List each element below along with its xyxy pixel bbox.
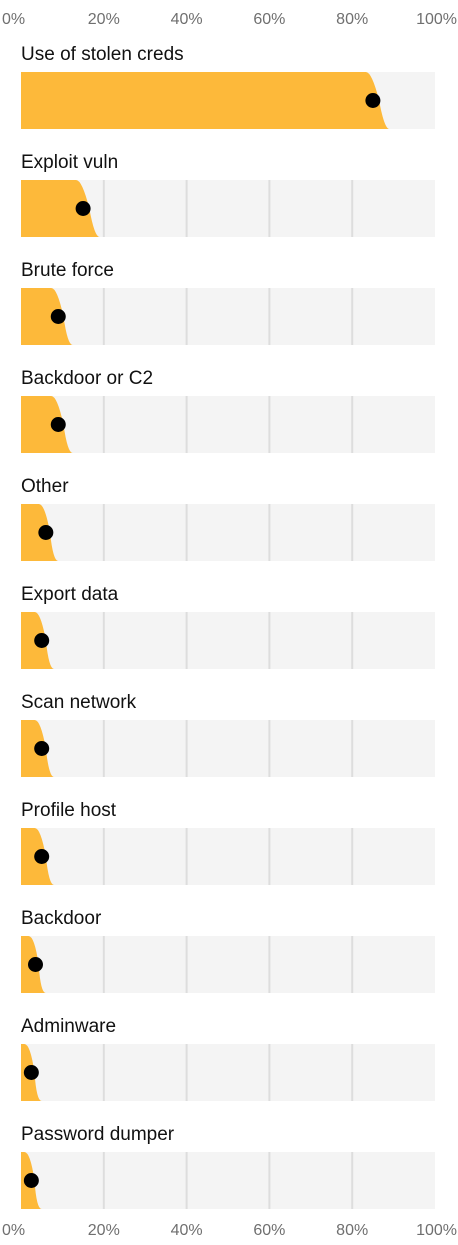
chart-row: Brute force [21,260,435,345]
chart-row: Password dumper [21,1124,435,1209]
category-label: Brute force [21,260,114,281]
bottom-axis: 0% 20% 40% 60% 80% 100% [2,1222,457,1239]
value-dot [23,1065,39,1080]
category-label: Profile host [21,800,117,821]
bar-track [21,828,435,885]
bottom-axis-tick-label: 80% [336,1222,368,1239]
top-axis-tick-label: 20% [88,11,120,28]
chart-svg: 0% 20% 40% 60% 80% 100% Use of stolen creds Ex… [2,11,457,1239]
top-axis-tick-label: 80% [336,11,368,28]
top-axis-tick-label: 100% [416,11,457,28]
value-dot [75,201,91,216]
chart-row: Use of stolen creds [21,44,435,129]
category-label: Password dumper [21,1124,175,1145]
category-label: Exploit vuln [21,152,118,173]
chart-row: Exploit vuln [21,152,435,237]
chart-rows: Use of stolen creds Exploit vuln Brute for… [21,44,435,1209]
bottom-axis-tick-label: 0% [2,1222,25,1239]
category-label: Adminware [21,1016,116,1037]
bar-track [21,288,435,345]
top-axis-tick-label: 60% [253,11,285,28]
top-axis-tick-label: 40% [171,11,203,28]
bottom-axis-tick-label: 60% [253,1222,285,1239]
bar-track [21,504,435,561]
value-dot [27,957,43,972]
category-label: Export data [21,584,119,605]
chart-row: Export data [21,584,435,669]
value-dot [365,93,381,108]
chart-row: Backdoor [21,908,435,993]
value-dot [38,525,54,540]
value-dot [50,309,66,324]
top-axis-tick-label: 0% [2,11,25,28]
category-label: Scan network [21,692,137,713]
chart-row: Adminware [21,1016,435,1101]
category-label: Backdoor or C2 [21,368,153,389]
bar-track [21,396,435,453]
bar-track [21,720,435,777]
value-dot [34,741,50,756]
category-label: Backdoor [21,908,102,929]
chart: 0% 20% 40% 60% 80% 100% Use of stolen creds Ex… [0,0,458,1240]
category-label: Other [21,476,69,497]
bar-fill [21,72,390,129]
top-axis: 0% 20% 40% 60% 80% 100% [2,11,457,28]
value-dot [23,1173,39,1188]
bottom-axis-tick-label: 20% [88,1222,120,1239]
chart-row: Backdoor or C2 [21,368,435,453]
bar-track [21,1044,435,1101]
bar-track [21,1152,435,1209]
bottom-axis-tick-label: 40% [171,1222,203,1239]
value-dot [34,849,50,864]
bar-track [21,612,435,669]
chart-row: Scan network [21,692,435,777]
chart-row: Other [21,476,435,561]
bottom-axis-tick-label: 100% [416,1222,457,1239]
bar-track [21,936,435,993]
value-dot [34,633,50,648]
category-label: Use of stolen creds [21,44,184,65]
value-dot [50,417,66,432]
chart-row: Profile host [21,800,435,885]
